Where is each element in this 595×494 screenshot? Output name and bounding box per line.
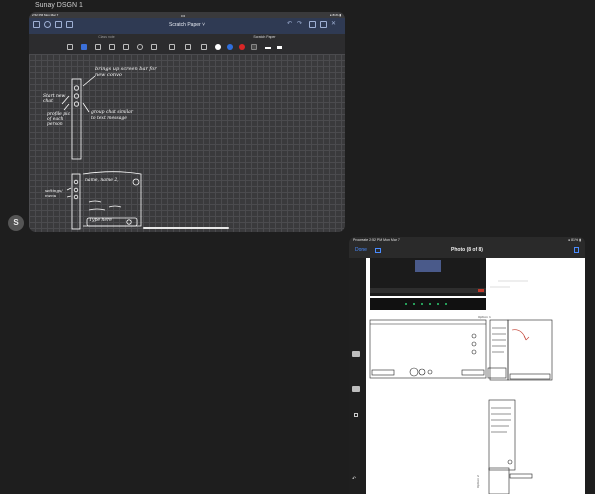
modify-button[interactable] <box>354 413 358 417</box>
status-battery: ● 81% ▮ <box>568 238 581 242</box>
camera-icon[interactable] <box>185 44 191 50</box>
close-icon[interactable]: ✕ <box>331 20 338 27</box>
stroke-medium-button[interactable] <box>265 47 271 49</box>
color-swatch-blue[interactable] <box>227 44 233 50</box>
slider-handle-opacity[interactable] <box>352 386 360 392</box>
tab-scratch-paper[interactable]: Scratch Paper <box>187 35 342 39</box>
chat-sketch <box>61 75 142 230</box>
status-time: 2:52 PM Mon Mar 7 <box>32 13 59 17</box>
undo-icon[interactable]: ↶ <box>287 20 294 27</box>
status-battery: ● 81% ▮ <box>329 13 341 17</box>
stroke-thick-button[interactable] <box>277 46 282 49</box>
sketch-brings-up-label: brings up screen bar for new convo <box>95 66 157 78</box>
add-page-icon[interactable] <box>309 21 316 28</box>
sketch-menu-panel <box>489 319 509 381</box>
photo-content[interactable]: Option 1 Option 2 <box>366 258 585 494</box>
sketch-profile-circle-2 <box>73 101 80 107</box>
stroke-thin-button[interactable] <box>251 44 257 50</box>
undo-icon[interactable]: ↶ <box>352 476 356 482</box>
photo-sketch: Option 1 Option 2 <box>369 258 553 494</box>
embedded-toolbar-strip <box>370 298 486 310</box>
svg-text:Option 1: Option 1 <box>478 315 491 319</box>
photos-nav-bar: Done Photo (8 of 8) <box>349 244 585 258</box>
avatar[interactable]: S <box>8 215 24 231</box>
redo-icon[interactable]: ↷ <box>297 20 304 27</box>
sketch-profile-label: profile pic of each person <box>47 112 71 127</box>
shapes-icon[interactable] <box>123 44 129 50</box>
sketch-mini-sidebar <box>71 173 81 230</box>
color-swatch-red[interactable] <box>239 44 245 50</box>
status-bar: Procreate 2:52 PM Mon Mar 7 ● 81% ▮ <box>349 237 585 244</box>
sketch-group-chat-label: group chat similar to text message <box>91 110 134 121</box>
pen-icon[interactable] <box>81 44 87 50</box>
sketch-start-chat-label: Start new chat <box>43 94 66 104</box>
more-icon[interactable] <box>320 21 327 28</box>
share-icon[interactable] <box>574 247 579 253</box>
drawing-canvas[interactable]: Start new chat profile pic of each perso… <box>29 54 345 232</box>
sketch-large-window <box>369 319 487 379</box>
photos-ipad: Procreate 2:52 PM Mon Mar 7 ● 81% ▮ Done… <box>349 237 585 494</box>
sketch-small-panel <box>488 399 516 471</box>
markup-side-strip: ↶ <box>349 258 366 494</box>
sketch-profile-circle-1 <box>73 93 80 99</box>
svg-text:Option 2: Option 2 <box>476 475 480 488</box>
lasso-icon[interactable] <box>67 44 73 50</box>
status-time: Procreate 2:52 PM Mon Mar 7 <box>353 238 400 242</box>
sketch-name-label: name, name 2, <box>85 178 119 183</box>
text-icon[interactable] <box>169 44 175 50</box>
drawing-toolbar <box>29 41 345 55</box>
tab-class-note[interactable]: Class note <box>29 35 184 39</box>
document-tabs: Class note Scratch Paper <box>29 34 345 41</box>
highlighter-icon[interactable] <box>109 44 115 50</box>
color-swatch-white[interactable] <box>215 44 221 50</box>
eraser-icon[interactable] <box>95 44 101 50</box>
sketch-type-here-label: Type here <box>89 218 112 223</box>
image-icon[interactable] <box>151 44 157 50</box>
session-title: Sunay DSGN 1 <box>35 2 83 9</box>
laser-icon[interactable] <box>201 44 207 50</box>
sketch-settings-label: settings/ menu <box>45 188 63 198</box>
lasso-select-icon[interactable] <box>137 44 143 50</box>
scratch-paper-ipad: 2:52 PM Mon Mar 7 ● 81% ▮ ••• Scratch Pa… <box>29 12 345 232</box>
home-indicator[interactable] <box>143 227 229 229</box>
sketch-new-chat-circle <box>73 85 80 91</box>
embedded-thumbnail <box>415 260 441 272</box>
photo-title: Photo (8 of 8) <box>451 247 483 253</box>
slider-handle-size[interactable] <box>352 351 360 357</box>
document-nav-bar: Scratch Paper ˅ ↶ ↷ ✕ <box>29 18 345 34</box>
